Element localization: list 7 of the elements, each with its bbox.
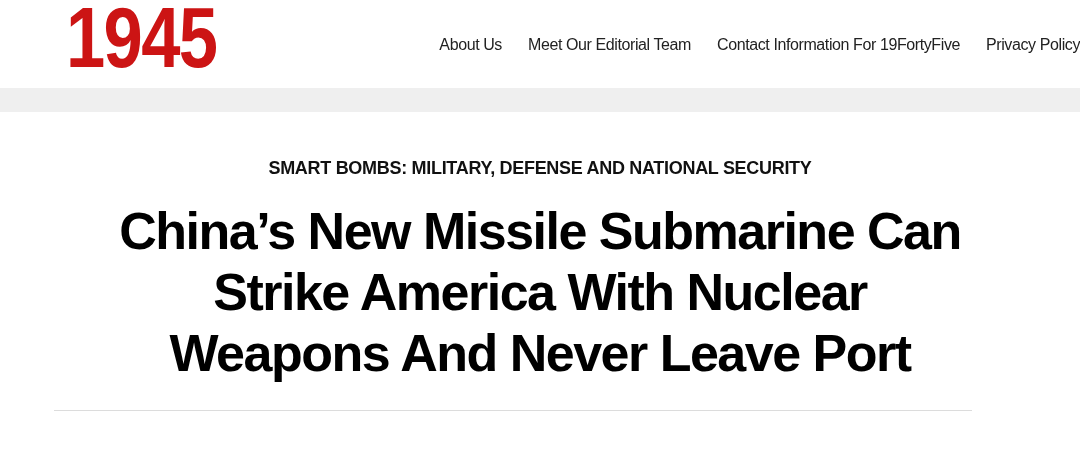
nav-link[interactable]: Privacy Policy bbox=[986, 36, 1080, 54]
nav-link[interactable]: About Us bbox=[439, 36, 502, 54]
nav-link[interactable]: Meet Our Editorial Team bbox=[528, 36, 691, 54]
nav-link[interactable]: Contact Information For 19FortyFive bbox=[717, 36, 960, 54]
category-link[interactable]: SMART BOMBS: MILITARY, DEFENSE AND NATIONAL SECURITY bbox=[268, 158, 812, 179]
article-headline: China’s New Missile Submarine Can Strike America With Nuclear Weapons And Never Leave Port bbox=[118, 201, 962, 384]
site-logo[interactable]: 1945 bbox=[66, 0, 217, 80]
